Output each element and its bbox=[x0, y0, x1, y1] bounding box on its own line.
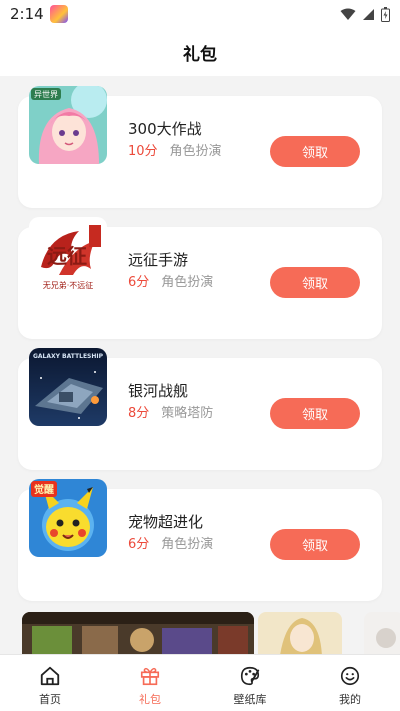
tab-home[interactable]: 首页 bbox=[0, 655, 100, 711]
notification-app-icon bbox=[49, 5, 68, 23]
game-score: 8分 bbox=[128, 406, 150, 421]
status-bar: 2:14 bbox=[0, 0, 400, 28]
game-name: 300大作战 bbox=[128, 120, 202, 138]
game-card[interactable]: 异世界 300大作战 10分 角色扮演 领取 bbox=[18, 86, 382, 208]
game-card[interactable]: 觉醒 宠物超进化 6分 角色扮演 领取 bbox=[18, 479, 382, 601]
tab-mine[interactable]: 我的 bbox=[300, 655, 400, 711]
palette-icon bbox=[240, 666, 260, 686]
thumbnail-slogan-text: 无兄弟·不远征 bbox=[43, 280, 94, 290]
home-icon bbox=[40, 666, 60, 686]
game-meta: 6分 角色扮演 bbox=[128, 271, 213, 290]
thumbnail-badge-text: 异世界 bbox=[34, 89, 58, 99]
signal-icon bbox=[363, 8, 374, 20]
game-card[interactable]: 远征 无兄弟·不远征 远征手游 6分 角色扮演 领取 bbox=[18, 217, 382, 339]
game-thumbnail[interactable]: 觉醒 bbox=[29, 479, 107, 557]
tab-label: 首页 bbox=[39, 693, 61, 706]
thumbnail-logo-text: GALAXY BATTLESHIP bbox=[33, 353, 104, 360]
tab-gift[interactable]: 礼包 bbox=[100, 655, 200, 711]
thumbnail-logo-text: 远征 bbox=[47, 244, 87, 268]
game-card[interactable]: GALAXY BATTLESHIP 银河战舰 8分 策略塔防 领取 bbox=[18, 348, 382, 470]
game-genre: 角色扮演 bbox=[161, 537, 214, 552]
status-time: 2:14 bbox=[10, 5, 44, 23]
game-genre: 策略塔防 bbox=[161, 406, 214, 421]
wifi-icon bbox=[340, 8, 356, 20]
status-icons bbox=[340, 6, 390, 22]
claim-button[interactable]: 领取 bbox=[270, 136, 360, 167]
game-thumbnail[interactable]: GALAXY BATTLESHIP bbox=[29, 348, 107, 426]
game-name: 远征手游 bbox=[128, 251, 189, 269]
tab-label: 礼包 bbox=[139, 693, 161, 706]
claim-button[interactable]: 领取 bbox=[270, 398, 360, 429]
claim-button[interactable]: 领取 bbox=[270, 529, 360, 560]
gift-list[interactable]: 异世界 300大作战 10分 角色扮演 领取 远征 无兄弟·不远征 远征手游 6… bbox=[0, 76, 400, 654]
game-meta: 8分 策略塔防 bbox=[128, 402, 213, 421]
banner-image[interactable] bbox=[22, 612, 254, 654]
gift-icon bbox=[140, 667, 160, 686]
battery-icon bbox=[381, 6, 390, 22]
tab-label: 壁纸库 bbox=[233, 693, 267, 706]
game-genre: 角色扮演 bbox=[161, 275, 214, 290]
game-score: 6分 bbox=[128, 537, 150, 552]
wallpaper-banner-strip[interactable] bbox=[22, 612, 400, 654]
tab-label: 我的 bbox=[339, 693, 361, 706]
game-score: 10分 bbox=[128, 144, 158, 159]
banner-image[interactable] bbox=[364, 612, 400, 654]
thumbnail-badge-text: 觉醒 bbox=[34, 483, 54, 496]
page-title: 礼包 bbox=[183, 44, 217, 65]
banner-image[interactable] bbox=[258, 612, 342, 654]
smiley-icon bbox=[340, 666, 360, 686]
game-meta: 6分 角色扮演 bbox=[128, 533, 213, 552]
bottom-tab-bar: 首页 礼包 壁纸库 我的 bbox=[0, 654, 400, 711]
game-thumbnail[interactable]: 异世界 bbox=[29, 86, 107, 164]
game-genre: 角色扮演 bbox=[169, 144, 222, 159]
claim-button[interactable]: 领取 bbox=[270, 267, 360, 298]
tab-wallpaper[interactable]: 壁纸库 bbox=[200, 655, 300, 711]
page-header: 礼包 bbox=[0, 28, 400, 76]
game-score: 6分 bbox=[128, 275, 150, 290]
game-name: 银河战舰 bbox=[128, 382, 189, 400]
game-meta: 10分 角色扮演 bbox=[128, 140, 222, 159]
game-name: 宠物超进化 bbox=[128, 513, 204, 531]
game-thumbnail[interactable]: 远征 无兄弟·不远征 bbox=[29, 217, 107, 295]
